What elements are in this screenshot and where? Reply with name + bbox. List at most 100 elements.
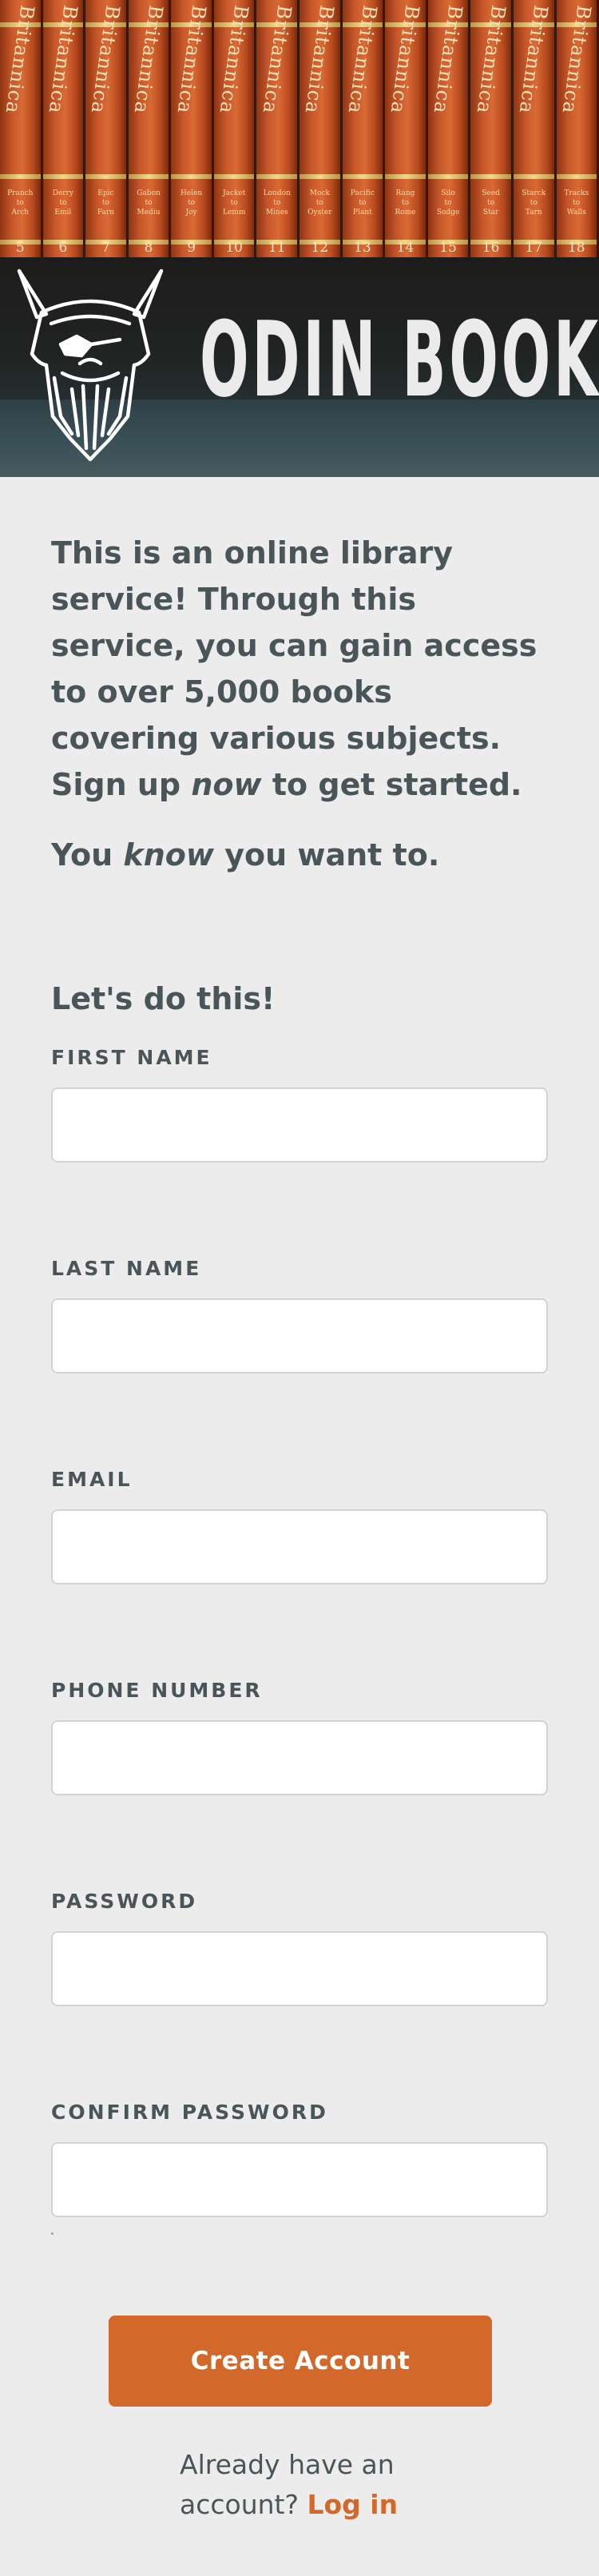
- spine-subtitle: Pacific to Plant: [350, 189, 375, 217]
- spine-band: [470, 174, 511, 179]
- book-spine: Britannica Tracks to Walls 18: [556, 0, 599, 264]
- intro-description: This is an online library service! Throu…: [51, 535, 538, 756]
- book-spine: Britannica London to Mines 11: [256, 0, 300, 264]
- password-input[interactable]: [51, 1931, 548, 2006]
- spine-title: Britannica: [215, 3, 253, 116]
- book-spine: Britannica Pacific to Plant 13: [342, 0, 386, 264]
- spine-band: [128, 174, 169, 179]
- confirm-password-label: CONFIRM PASSWORD: [51, 2101, 328, 2124]
- login-prompt: Already have an account? Log in: [0, 2445, 599, 2525]
- spine-title: Britannica: [173, 3, 210, 116]
- book-spine: Britannica Mock to Oyster 12: [300, 0, 343, 264]
- spine-volume-number: 10: [225, 240, 243, 256]
- last-name-field-group: LAST NAME: [51, 1257, 548, 1373]
- spine-subtitle: Seed to Star: [482, 189, 500, 217]
- email-label: EMAIL: [51, 1468, 133, 1491]
- main-content: This is an online library service! Throu…: [51, 477, 548, 2235]
- spine-title: Britannica: [300, 3, 339, 116]
- spine-subtitle: Jacket to Lemm: [222, 189, 246, 217]
- signup-suffix: to get started.: [261, 767, 522, 802]
- phone-number-input[interactable]: [51, 1720, 548, 1795]
- last-name-label: LAST NAME: [51, 1257, 202, 1280]
- first-name-input[interactable]: [51, 1087, 548, 1163]
- confirm-password-input[interactable]: [51, 2142, 548, 2217]
- spine-volume-number: 8: [144, 240, 153, 256]
- book-spine: Britannica Starck to Tarn 17: [513, 0, 557, 264]
- spine-subtitle: Pranch to Arch: [7, 189, 34, 217]
- spine-subtitle: Rang to Rome: [395, 189, 416, 217]
- confirm-password-field-group: CONFIRM PASSWORD: [51, 2101, 548, 2217]
- tagline: You know you want to.: [51, 832, 548, 878]
- create-account-button[interactable]: Create Account: [109, 2316, 492, 2407]
- spine-volume-number: 12: [311, 240, 329, 256]
- spine-band: [171, 174, 212, 179]
- signup-prefix: Sign up: [51, 767, 192, 802]
- spine-volume-number: 13: [354, 240, 371, 256]
- book-spine: Britannica Epic to Farn 7: [85, 0, 129, 264]
- spine-title: Britannica: [87, 3, 125, 116]
- spine-band: [385, 174, 426, 179]
- last-name-input[interactable]: [51, 1298, 548, 1373]
- password-field-group: PASSWORD: [51, 1890, 548, 2006]
- spine-subtitle: Silo to Sodge: [436, 189, 460, 217]
- spine-title: Britannica: [472, 3, 510, 116]
- spine-volume-number: 5: [15, 240, 25, 256]
- spine-subtitle: London to Mines: [263, 189, 291, 217]
- spine-volume-number: 7: [101, 240, 110, 256]
- spine-volume-number: 17: [525, 240, 543, 256]
- book-spine: Britannica Seed to Star 16: [470, 0, 514, 264]
- spine-band: [300, 174, 340, 179]
- spine-subtitle: Tracks to Walls: [564, 189, 589, 217]
- login-link[interactable]: Log in: [307, 2489, 398, 2520]
- spine-subtitle: Derry to Emil: [52, 189, 73, 217]
- phone-number-label: PHONE NUMBER: [51, 1679, 263, 1702]
- spine-volume-number: 15: [439, 240, 457, 256]
- spine-title: Britannica: [387, 3, 424, 116]
- spine-volume-number: 11: [268, 240, 286, 256]
- spine-subtitle: Epic to Farn: [97, 189, 114, 217]
- spine-title: Britannica: [514, 3, 553, 116]
- spine-band: [213, 174, 255, 179]
- form-heading: Let's do this!: [51, 981, 276, 1016]
- spine-title: Britannica: [1, 3, 39, 116]
- spine-volume-number: 9: [187, 240, 196, 256]
- spine-volume-number: 16: [482, 240, 500, 256]
- spine-volume-number: 18: [567, 240, 585, 256]
- brand-name: ODIN BOOKS: [200, 299, 599, 420]
- spine-volume-number: 14: [396, 240, 415, 256]
- validation-dot: [51, 2232, 54, 2235]
- spine-subtitle: Starck to Tarn: [522, 189, 546, 217]
- book-spine: Britannica Rang to Rome 14: [385, 0, 428, 264]
- spine-band: [85, 174, 126, 179]
- book-spine: Britannica Gabon to Mediu 8: [128, 0, 172, 264]
- tagline-emphasis: know: [123, 837, 214, 873]
- email-input[interactable]: [51, 1509, 548, 1584]
- first-name-label: FIRST NAME: [51, 1046, 212, 1069]
- first-name-field-group: FIRST NAME: [51, 1046, 548, 1163]
- spine-title: Britannica: [557, 3, 596, 116]
- intro-text: This is an online library service! Throu…: [51, 530, 548, 808]
- spine-band: [0, 174, 41, 179]
- spine-band: [556, 174, 597, 179]
- spine-volume-number: 6: [58, 240, 68, 256]
- book-spine: Britannica Pranch to Arch 5: [0, 0, 43, 264]
- spine-band: [256, 174, 298, 179]
- book-spine: Britannica Silo to Sodge 15: [427, 0, 471, 264]
- spine-title: Britannica: [429, 3, 467, 116]
- tagline-prefix: You: [51, 837, 124, 873]
- spine-subtitle: Helen to Joy: [180, 189, 203, 217]
- phone-field-group: PHONE NUMBER: [51, 1679, 548, 1795]
- spine-band: [42, 174, 84, 179]
- spine-band: [513, 174, 554, 179]
- spine-subtitle: Gabon to Mediu: [137, 189, 161, 217]
- viking-head-logo-icon: [17, 268, 164, 462]
- spine-title: Britannica: [44, 3, 82, 116]
- spine-band: [342, 174, 383, 179]
- tagline-suffix: you want to.: [213, 837, 440, 873]
- spine-band: [427, 174, 469, 179]
- spine-title: Britannica: [343, 3, 382, 116]
- password-label: PASSWORD: [51, 1890, 198, 1913]
- spine-title: Britannica: [258, 3, 296, 116]
- book-spine: Britannica Jacket to Lemm 10: [213, 0, 257, 264]
- signup-emphasis: now: [191, 767, 262, 802]
